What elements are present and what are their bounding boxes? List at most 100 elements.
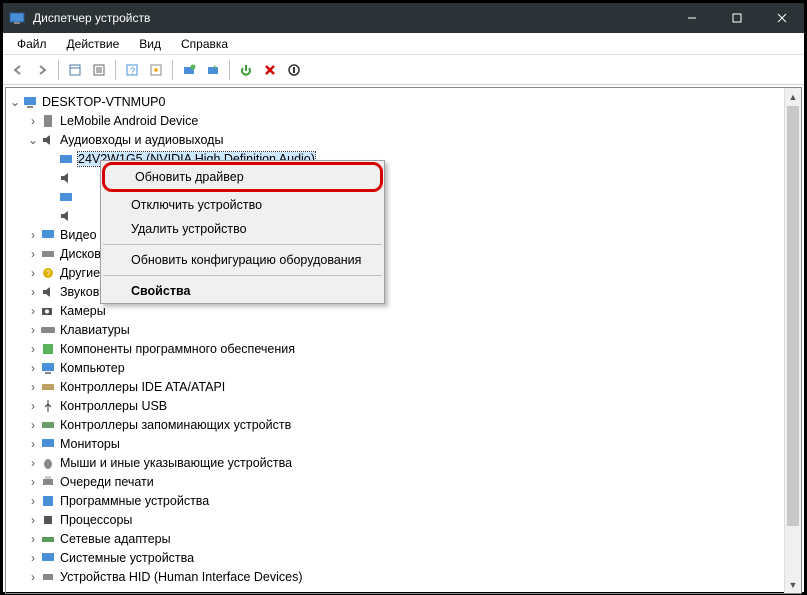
- computer-icon: [40, 360, 56, 376]
- expand-icon[interactable]: ›: [26, 437, 40, 451]
- app-icon: [9, 10, 25, 26]
- sound-icon: [40, 284, 56, 300]
- expand-icon[interactable]: ›: [26, 361, 40, 375]
- forward-button[interactable]: [31, 59, 53, 81]
- expand-icon[interactable]: ›: [26, 380, 40, 394]
- expand-icon[interactable]: ›: [26, 285, 40, 299]
- expand-icon[interactable]: ›: [26, 228, 40, 242]
- enable-button[interactable]: [235, 59, 257, 81]
- tree-item[interactable]: ›Очереди печати: [8, 472, 799, 491]
- camera-icon: [40, 303, 56, 319]
- expand-icon[interactable]: ›: [26, 247, 40, 261]
- system-icon: [40, 550, 56, 566]
- speaker-icon: [58, 208, 74, 224]
- android-icon: [40, 113, 56, 129]
- expand-icon[interactable]: ›: [26, 532, 40, 546]
- uninstall-button[interactable]: [259, 59, 281, 81]
- svg-text:?: ?: [46, 269, 51, 278]
- tree-item-audio[interactable]: ⌄Аудиовходы и аудиовыходы: [8, 130, 799, 149]
- tree-item[interactable]: ›Компоненты программного обеспечения: [8, 339, 799, 358]
- monitor-icon: [40, 436, 56, 452]
- network-icon: [40, 531, 56, 547]
- tree-item[interactable]: ›Устройства HID (Human Interface Devices…: [8, 567, 799, 586]
- tree-item[interactable]: ›Контроллеры IDE ATA/ATAPI: [8, 377, 799, 396]
- expand-icon[interactable]: ›: [26, 304, 40, 318]
- properties-button[interactable]: [88, 59, 110, 81]
- menu-action[interactable]: Действие: [57, 35, 130, 53]
- computer-icon: [22, 94, 38, 110]
- ctx-properties[interactable]: Свойства: [101, 279, 384, 303]
- display-icon: [40, 227, 56, 243]
- storage-icon: [40, 417, 56, 433]
- expand-icon[interactable]: ›: [26, 494, 40, 508]
- tree-item[interactable]: ›Программные устройства: [8, 491, 799, 510]
- context-menu: Обновить драйвер Отключить устройство Уд…: [100, 160, 385, 304]
- disk-icon: [40, 246, 56, 262]
- tree-item[interactable]: ›Системные устройства: [8, 548, 799, 567]
- ctx-update-driver[interactable]: Обновить драйвер: [102, 162, 383, 192]
- expand-icon[interactable]: ›: [26, 475, 40, 489]
- show-hide-tree-button[interactable]: [64, 59, 86, 81]
- unknown-icon: ?: [40, 265, 56, 281]
- disable-button[interactable]: [283, 59, 305, 81]
- tree-item[interactable]: ›Контроллеры запоминающих устройств: [8, 415, 799, 434]
- scan-hardware-button[interactable]: [178, 59, 200, 81]
- speaker-icon: [58, 151, 74, 167]
- scroll-thumb[interactable]: [787, 106, 799, 526]
- device-tree-pane: ⌄ DESKTOP-VTNMUP0 ›LeMobile Android Devi…: [5, 87, 802, 594]
- action-icon[interactable]: [145, 59, 167, 81]
- expand-icon[interactable]: ›: [26, 456, 40, 470]
- tree-item[interactable]: ›Мыши и иные указывающие устройства: [8, 453, 799, 472]
- tree-item[interactable]: ›Мониторы: [8, 434, 799, 453]
- tree-item[interactable]: ›Клавиатуры: [8, 320, 799, 339]
- ctx-scan-hardware[interactable]: Обновить конфигурацию оборудования: [101, 248, 384, 272]
- menu-view[interactable]: Вид: [129, 35, 171, 53]
- collapse-icon[interactable]: ⌄: [8, 95, 22, 109]
- expand-icon[interactable]: ›: [26, 513, 40, 527]
- minimize-button[interactable]: [669, 3, 714, 33]
- expand-icon[interactable]: ›: [26, 266, 40, 280]
- expand-icon[interactable]: ›: [26, 418, 40, 432]
- window-title: Диспетчер устройств: [33, 11, 669, 25]
- speaker-icon: [58, 189, 74, 205]
- mouse-icon: [40, 455, 56, 471]
- tree-item[interactable]: ›Сетевые адаптеры: [8, 529, 799, 548]
- scroll-down-button[interactable]: ▼: [785, 576, 801, 593]
- component-icon: [40, 341, 56, 357]
- svg-text:?: ?: [130, 66, 135, 76]
- speaker-icon: [40, 132, 56, 148]
- close-button[interactable]: [759, 3, 804, 33]
- tree-item[interactable]: ›LeMobile Android Device: [8, 111, 799, 130]
- expand-icon[interactable]: ›: [26, 342, 40, 356]
- expand-icon[interactable]: ›: [26, 399, 40, 413]
- ctx-disable-device[interactable]: Отключить устройство: [101, 193, 384, 217]
- help-button[interactable]: ?: [121, 59, 143, 81]
- menu-file[interactable]: Файл: [7, 35, 57, 53]
- expand-icon[interactable]: ›: [26, 551, 40, 565]
- printer-icon: [40, 474, 56, 490]
- vertical-scrollbar[interactable]: ▲ ▼: [784, 88, 801, 593]
- maximize-button[interactable]: [714, 3, 759, 33]
- tree-item[interactable]: ›Процессоры: [8, 510, 799, 529]
- tree-root[interactable]: ⌄ DESKTOP-VTNMUP0: [8, 92, 799, 111]
- back-button[interactable]: [7, 59, 29, 81]
- menu-bar: Файл Действие Вид Справка: [3, 33, 804, 55]
- expand-icon[interactable]: ›: [26, 570, 40, 584]
- scroll-up-button[interactable]: ▲: [785, 88, 801, 105]
- ide-icon: [40, 379, 56, 395]
- expand-icon[interactable]: ›: [26, 323, 40, 337]
- hid-icon: [40, 569, 56, 585]
- software-icon: [40, 493, 56, 509]
- title-bar: Диспетчер устройств: [3, 3, 804, 33]
- expand-icon[interactable]: ›: [26, 114, 40, 128]
- speaker-icon: [58, 170, 74, 186]
- usb-icon: [40, 398, 56, 414]
- ctx-uninstall-device[interactable]: Удалить устройство: [101, 217, 384, 241]
- menu-help[interactable]: Справка: [171, 35, 238, 53]
- tree-item[interactable]: ›Контроллеры USB: [8, 396, 799, 415]
- update-driver-button[interactable]: [202, 59, 224, 81]
- tree-item[interactable]: ›Компьютер: [8, 358, 799, 377]
- cpu-icon: [40, 512, 56, 528]
- keyboard-icon: [40, 322, 56, 338]
- collapse-icon[interactable]: ⌄: [26, 133, 40, 147]
